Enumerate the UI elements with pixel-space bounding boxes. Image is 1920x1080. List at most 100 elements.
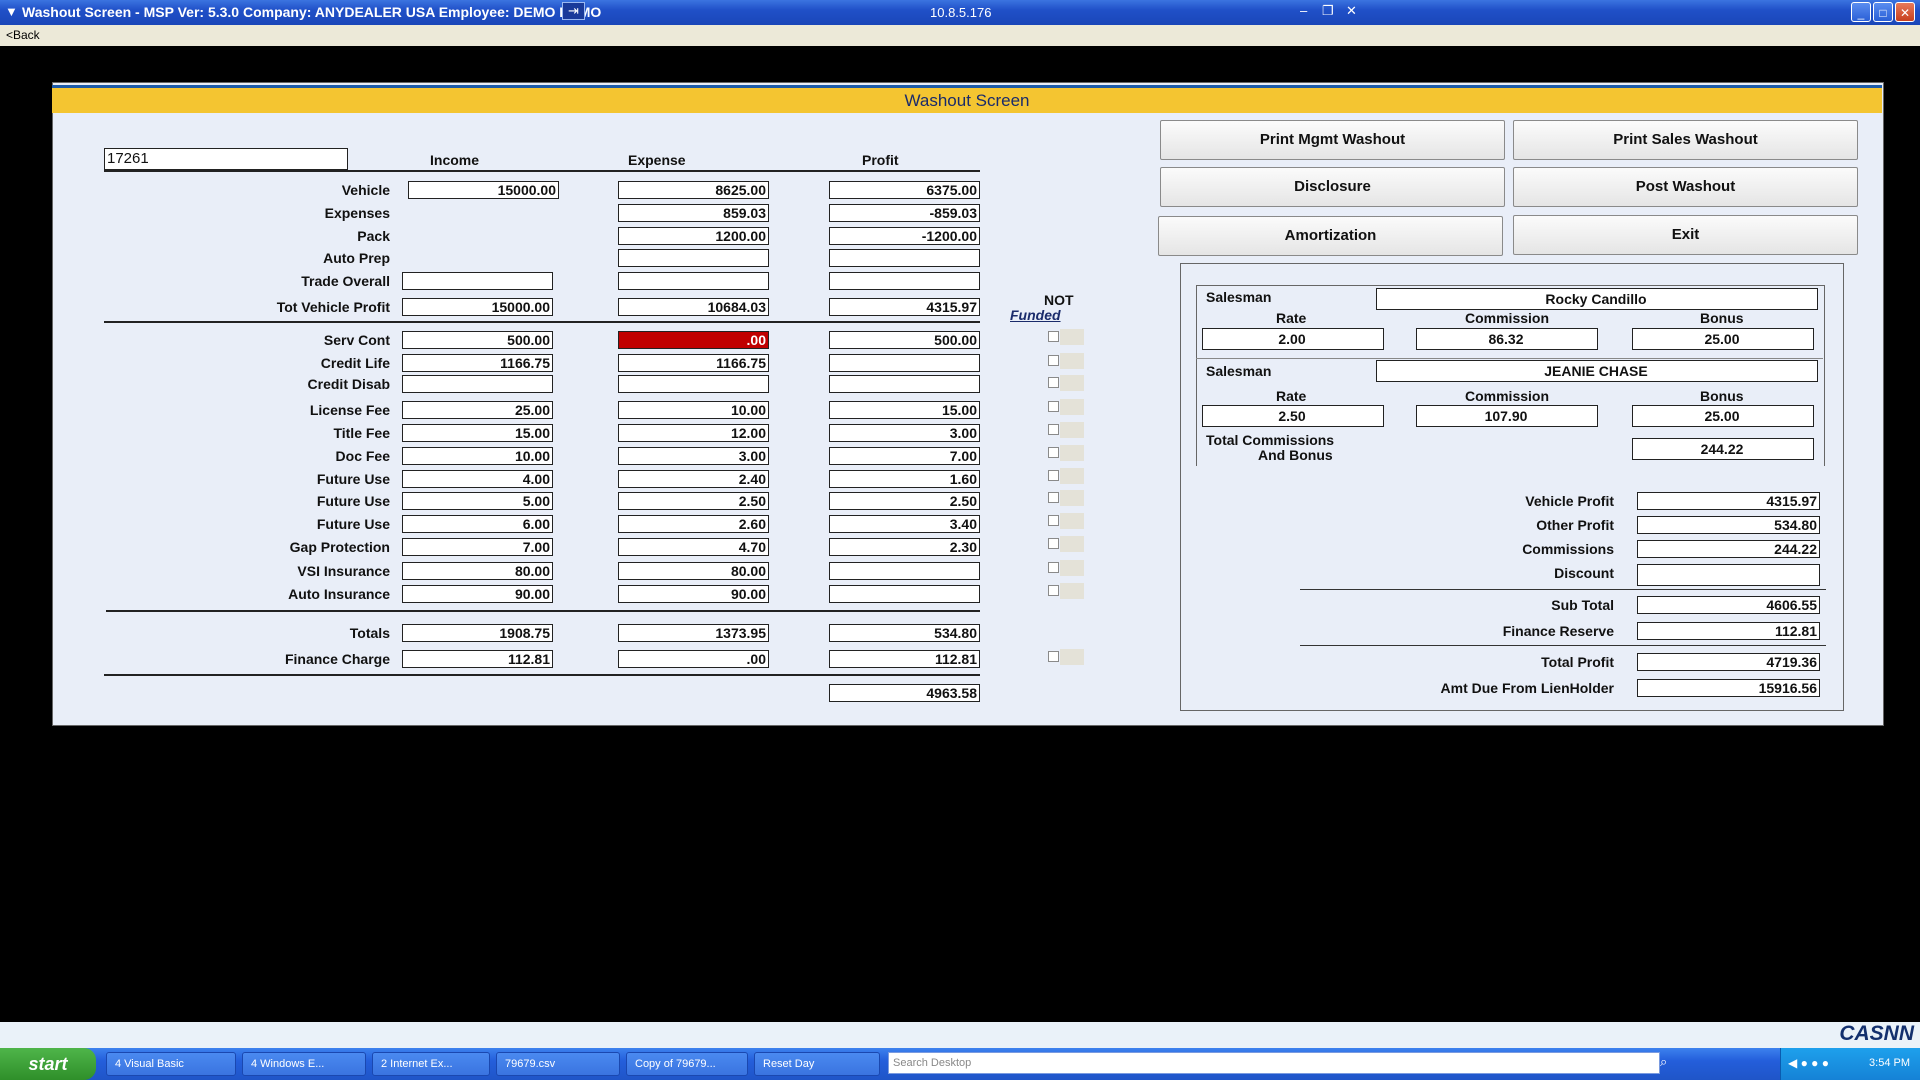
expense-field[interactable]: 4.70 — [618, 538, 769, 556]
amortization-button[interactable]: Amortization — [1158, 216, 1503, 256]
profit-field[interactable]: -859.03 — [829, 204, 980, 222]
income-field[interactable]: 6.00 — [402, 515, 553, 533]
grand-total-field[interactable]: 4963.58 — [829, 684, 980, 702]
income-field[interactable]: 25.00 — [402, 401, 553, 419]
pin-icon[interactable]: ⇥ — [562, 2, 585, 20]
not-funded-checkbox[interactable] — [1048, 377, 1059, 388]
expense-field[interactable]: .00 — [618, 650, 769, 668]
disclosure-button[interactable]: Disclosure — [1160, 167, 1505, 207]
profit-field[interactable]: 2.30 — [829, 538, 980, 556]
profit-field[interactable] — [829, 375, 980, 393]
income-field[interactable]: 90.00 — [402, 585, 553, 603]
income-field[interactable]: 15.00 — [402, 424, 553, 442]
expense-field[interactable]: 3.00 — [618, 447, 769, 465]
profit-field[interactable]: 500.00 — [829, 331, 980, 349]
summary-value-field[interactable]: 112.81 — [1637, 622, 1820, 640]
income-field[interactable]: 15000.00 — [408, 181, 559, 199]
print-mgmt-washout-button[interactable]: Print Mgmt Washout — [1160, 120, 1505, 160]
expense-field[interactable]: 2.40 — [618, 470, 769, 488]
post-washout-button[interactable]: Post Washout — [1513, 167, 1858, 207]
back-link[interactable]: <Back — [6, 28, 40, 42]
minimize-icon[interactable]: _ — [1851, 2, 1871, 22]
expense-field[interactable]: 1166.75 — [618, 354, 769, 372]
income-field[interactable]: 7.00 — [402, 538, 553, 556]
summary-value-field[interactable]: 4719.36 — [1637, 653, 1820, 671]
profit-field[interactable]: 7.00 — [829, 447, 980, 465]
expense-field[interactable]: 10.00 — [618, 401, 769, 419]
taskbar-item[interactable]: Reset Day — [754, 1052, 880, 1076]
not-funded-checkbox[interactable] — [1048, 470, 1059, 481]
income-field[interactable] — [402, 375, 553, 393]
salesman1-bonus-field[interactable]: 25.00 — [1632, 328, 1814, 350]
inner-restore-icon[interactable]: ❐ — [1322, 3, 1334, 19]
not-funded-checkbox[interactable] — [1048, 585, 1059, 596]
not-funded-checkbox[interactable] — [1048, 331, 1059, 342]
app-menu-icon[interactable]: ▼ — [5, 4, 18, 19]
profit-field[interactable] — [829, 272, 980, 290]
income-field[interactable]: 1166.75 — [402, 354, 553, 372]
exit-button[interactable]: Exit — [1513, 215, 1858, 255]
salesman2-bonus-field[interactable]: 25.00 — [1632, 405, 1814, 427]
salesman1-commission-field[interactable]: 86.32 — [1416, 328, 1598, 350]
taskbar-item[interactable]: 4 Windows E... — [242, 1052, 366, 1076]
not-funded-checkbox[interactable] — [1048, 651, 1059, 662]
taskbar-item[interactable]: 4 Visual Basic — [106, 1052, 236, 1076]
summary-value-field[interactable]: 4315.97 — [1637, 492, 1820, 510]
expense-field[interactable]: 1373.95 — [618, 624, 769, 642]
inner-close-icon[interactable]: ✕ — [1346, 3, 1357, 19]
summary-value-field[interactable]: 4606.55 — [1637, 596, 1820, 614]
expense-field[interactable]: 2.50 — [618, 492, 769, 510]
salesman2-name-field[interactable]: JEANIE CHASE — [1376, 360, 1818, 382]
expense-field[interactable] — [618, 249, 769, 267]
expense-field[interactable]: 2.60 — [618, 515, 769, 533]
not-funded-checkbox[interactable] — [1048, 492, 1059, 503]
profit-field[interactable]: 2.50 — [829, 492, 980, 510]
not-funded-checkbox[interactable] — [1048, 424, 1059, 435]
income-field[interactable]: 4.00 — [402, 470, 553, 488]
summary-value-field[interactable]: 534.80 — [1637, 516, 1820, 534]
income-field[interactable] — [402, 272, 553, 290]
salesman2-commission-field[interactable]: 107.90 — [1416, 405, 1598, 427]
not-funded-checkbox[interactable] — [1048, 447, 1059, 458]
expense-field[interactable]: 90.00 — [618, 585, 769, 603]
income-field[interactable]: 5.00 — [402, 492, 553, 510]
expense-field[interactable]: 80.00 — [618, 562, 769, 580]
not-funded-checkbox[interactable] — [1048, 355, 1059, 366]
start-button[interactable]: start — [0, 1048, 96, 1080]
summary-value-field[interactable] — [1637, 564, 1820, 586]
expense-field[interactable]: 10684.03 — [618, 298, 769, 316]
inner-minimize-icon[interactable]: – — [1300, 3, 1307, 18]
expense-field[interactable] — [618, 272, 769, 290]
income-field[interactable]: 112.81 — [402, 650, 553, 668]
search-icon[interactable]: ⌕ — [1660, 1054, 1667, 1070]
salesman2-rate-field[interactable]: 2.50 — [1202, 405, 1384, 427]
profit-field[interactable] — [829, 354, 980, 372]
profit-field[interactable]: 3.00 — [829, 424, 980, 442]
print-sales-washout-button[interactable]: Print Sales Washout — [1513, 120, 1858, 160]
income-field[interactable]: 1908.75 — [402, 624, 553, 642]
expense-field[interactable]: 8625.00 — [618, 181, 769, 199]
profit-field[interactable]: -1200.00 — [829, 227, 980, 245]
not-funded-checkbox[interactable] — [1048, 515, 1059, 526]
expense-field[interactable]: 12.00 — [618, 424, 769, 442]
taskbar-item[interactable]: Copy of 79679... — [626, 1052, 748, 1076]
income-field[interactable]: 80.00 — [402, 562, 553, 580]
income-field[interactable]: 10.00 — [402, 447, 553, 465]
maximize-icon[interactable]: □ — [1873, 2, 1893, 22]
not-funded-checkbox[interactable] — [1048, 538, 1059, 549]
profit-field[interactable]: 112.81 — [829, 650, 980, 668]
income-field[interactable]: 500.00 — [402, 331, 553, 349]
profit-field[interactable]: 4315.97 — [829, 298, 980, 316]
expense-field[interactable]: 1200.00 — [618, 227, 769, 245]
not-funded-checkbox[interactable] — [1048, 562, 1059, 573]
salesman1-rate-field[interactable]: 2.00 — [1202, 328, 1384, 350]
deal-number-field[interactable]: 17261 — [104, 148, 348, 170]
income-field[interactable]: 15000.00 — [402, 298, 553, 316]
expense-field[interactable] — [618, 375, 769, 393]
expense-field[interactable]: .00 — [618, 331, 769, 349]
total-commissions-field[interactable]: 244.22 — [1632, 438, 1814, 460]
profit-field[interactable]: 1.60 — [829, 470, 980, 488]
profit-field[interactable] — [829, 585, 980, 603]
profit-field[interactable]: 3.40 — [829, 515, 980, 533]
salesman1-name-field[interactable]: Rocky Candillo — [1376, 288, 1818, 310]
